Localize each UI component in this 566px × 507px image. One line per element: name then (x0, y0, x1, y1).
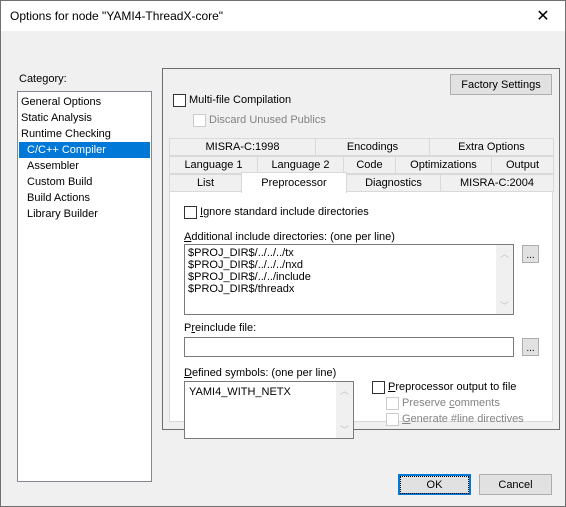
discard-unused-publics-label: Discard Unused Publics (209, 114, 326, 126)
defined-symbols-lines: YAMI4_WITH_NETX (189, 386, 291, 398)
ok-label: OK (399, 475, 470, 494)
close-button[interactable]: ✕ (521, 1, 565, 31)
factory-settings-label: Factory Settings (461, 78, 541, 91)
tab-optimizations[interactable]: Optimizations (395, 156, 492, 174)
category-item[interactable]: General Options (19, 94, 150, 110)
tab-preprocessor[interactable]: Preprocessor (241, 172, 347, 193)
category-item[interactable]: C/C++ Compiler (19, 142, 150, 158)
category-item[interactable]: Library Builder (19, 206, 150, 222)
cancel-label: Cancel (498, 478, 533, 491)
scroll-up-icon[interactable]: ︿ (336, 382, 353, 399)
category-item[interactable]: Runtime Checking (19, 126, 150, 142)
cancel-button[interactable]: Cancel (479, 474, 552, 495)
preserve-comments-label: Preserve comments (402, 397, 500, 409)
tab-misra-c-1998[interactable]: MISRA-C:1998 (169, 138, 316, 156)
category-item[interactable]: Assembler (19, 158, 150, 174)
defined-symbols-scrollbar[interactable]: ︿ ﹀ (336, 382, 353, 438)
tab-list[interactable]: List (169, 174, 242, 192)
preserve-comments-checkbox[interactable] (386, 397, 399, 410)
category-item[interactable]: Build Actions (19, 190, 150, 206)
preinclude-file-input[interactable] (184, 337, 514, 357)
ignore-standard-include-checkbox[interactable] (184, 206, 197, 219)
preprocessor-output-checkbox[interactable] (372, 381, 385, 394)
tab-diagnostics[interactable]: Diagnostics (346, 174, 441, 192)
window-title: Options for node "YAMI4-ThreadX-core" (10, 9, 224, 23)
multi-file-compilation-label: Multi-file Compilation (189, 94, 292, 106)
title-bar: Options for node "YAMI4-ThreadX-core" ✕ (1, 1, 565, 31)
preprocessor-output-label: Preprocessor output to file (388, 381, 517, 393)
text-line: $PROJ_DIR$/threadx (188, 283, 295, 295)
include-directories-browse-button[interactable]: ... (522, 245, 539, 263)
defined-symbols-label: Defined symbols: (one per line) (184, 367, 337, 379)
include-directories-scrollbar[interactable]: ︿ ﹀ (496, 245, 513, 314)
category-item[interactable]: Static Analysis (19, 110, 150, 126)
include-directories-textarea[interactable]: $PROJ_DIR$/../../../tx $PROJ_DIR$/../../.… (184, 244, 514, 315)
multi-file-compilation-checkbox[interactable] (173, 94, 186, 107)
factory-settings-button[interactable]: Factory Settings (450, 74, 552, 95)
generate-line-directives-checkbox[interactable] (386, 413, 399, 426)
scroll-down-icon[interactable]: ﹀ (496, 297, 513, 314)
tab-misra-c-2004[interactable]: MISRA-C:2004 (440, 174, 554, 192)
close-icon: ✕ (536, 8, 550, 25)
options-dialog: Options for node "YAMI4-ThreadX-core" ✕ … (0, 0, 566, 507)
text-line: $PROJ_DIR$/../../../nxd (188, 259, 303, 271)
scroll-down-icon[interactable]: ﹀ (336, 421, 353, 438)
tab-code[interactable]: Code (343, 156, 396, 174)
category-item[interactable]: Custom Build (19, 174, 150, 190)
include-directories-label: Additional include directories: (one per… (184, 231, 395, 243)
defined-symbols-textarea[interactable]: YAMI4_WITH_NETX ︿ ﹀ (184, 381, 354, 439)
category-label: Category: (19, 73, 67, 85)
text-line: YAMI4_WITH_NETX (189, 386, 291, 398)
preinclude-file-label: Preinclude file: (184, 322, 257, 334)
tab-extra-options[interactable]: Extra Options (429, 138, 554, 156)
tab-encodings[interactable]: Encodings (315, 138, 430, 156)
ok-button[interactable]: OK (398, 474, 471, 495)
text-line: $PROJ_DIR$/../../include (188, 271, 311, 283)
preinclude-file-browse-button[interactable]: ... (522, 338, 539, 356)
include-directories-lines: $PROJ_DIR$/../../../tx $PROJ_DIR$/../../.… (188, 247, 311, 295)
scroll-up-icon[interactable]: ︿ (496, 245, 513, 262)
ignore-standard-include-label: Ignore standard include directories (200, 206, 369, 218)
category-list[interactable]: General Options Static Analysis Runtime Ch… (17, 91, 152, 482)
text-line: $PROJ_DIR$/../../../tx (188, 247, 294, 259)
tab-output[interactable]: Output (491, 156, 554, 174)
discard-unused-publics-checkbox[interactable] (193, 114, 206, 127)
generate-line-directives-label: Generate #line directives (402, 413, 524, 425)
